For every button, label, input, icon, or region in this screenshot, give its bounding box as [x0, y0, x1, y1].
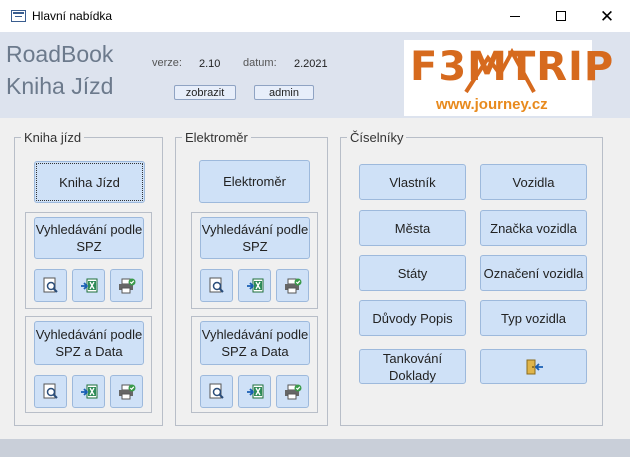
znacka-vozidla-button[interactable]: Značka vozidla: [480, 210, 587, 246]
version-value: 2.10: [199, 58, 221, 70]
exit-button[interactable]: [480, 349, 587, 384]
staty-button[interactable]: Státy: [359, 255, 466, 291]
kniha-spz-preview-button[interactable]: [34, 269, 67, 302]
oznaceni-vozidla-button[interactable]: Označení vozidla: [480, 255, 587, 291]
date-value: 2.2021: [294, 58, 328, 70]
group-ciselniky-legend: Číselníky: [350, 130, 404, 145]
vozidla-button[interactable]: Vozidla: [480, 164, 587, 200]
tankovani-doklady-button[interactable]: Tankování Doklady: [359, 349, 466, 384]
window-title: Hlavní nabídka: [32, 9, 113, 23]
logo-url: www.journey.cz: [436, 96, 548, 113]
print-preview-icon: [43, 277, 58, 293]
mesta-button[interactable]: Města: [359, 210, 466, 246]
logo-text: F3MTRIP: [410, 44, 615, 90]
elektromer-spz-preview-button[interactable]: [200, 269, 233, 302]
app-form-icon: [11, 10, 26, 22]
kniha-spzdata-excel-button[interactable]: [72, 375, 105, 408]
printer-icon: [119, 278, 136, 294]
company-logo: F3MTRIP www.journey.cz: [404, 40, 613, 116]
kniha-jizd-button[interactable]: Kniha Jízd: [34, 161, 145, 203]
kniha-spzdata-preview-button[interactable]: [34, 375, 67, 408]
excel-export-icon: [247, 278, 264, 293]
printer-icon: [119, 384, 136, 400]
excel-export-icon: [247, 384, 264, 399]
title-bar: Hlavní nabídka ✕: [0, 0, 630, 32]
elektromer-spzdata-excel-button[interactable]: [238, 375, 271, 408]
group-kniha-jizd-legend: Kniha jízd: [24, 130, 82, 145]
kniha-spz-print-button[interactable]: [110, 269, 143, 302]
vlastnik-button[interactable]: Vlastník: [359, 164, 466, 200]
kniha-spzdata-print-button[interactable]: [110, 375, 143, 408]
exit-door-icon: [526, 359, 543, 374]
minimize-button[interactable]: [492, 0, 538, 32]
maximize-button[interactable]: [538, 0, 584, 32]
close-icon: ✕: [599, 6, 615, 26]
typ-vozidla-button[interactable]: Typ vozidla: [480, 300, 587, 336]
brand-subtitle: Kniha Jízd: [6, 73, 114, 99]
date-label: datum:: [243, 57, 277, 69]
close-button[interactable]: ✕: [584, 0, 630, 32]
elektromer-spz-print-button[interactable]: [276, 269, 309, 302]
print-preview-icon: [209, 277, 224, 293]
minimize-icon: [510, 15, 520, 17]
brand-title: RoadBook: [6, 41, 114, 67]
elektromer-button[interactable]: Elektroměr: [199, 160, 310, 203]
print-preview-icon: [209, 383, 224, 399]
printer-icon: [285, 278, 302, 294]
kniha-search-spz-data-button[interactable]: Vyhledávání podle SPZ a Data: [34, 321, 144, 365]
admin-button[interactable]: admin: [254, 85, 314, 100]
maximize-icon: [556, 11, 566, 21]
kniha-search-spz-button[interactable]: Vyhledávání podle SPZ: [34, 217, 144, 259]
print-preview-icon: [43, 383, 58, 399]
duvody-popis-button[interactable]: Důvody Popis: [359, 300, 466, 336]
elektromer-spzdata-preview-button[interactable]: [200, 375, 233, 408]
show-button[interactable]: zobrazit: [174, 85, 236, 100]
kniha-spz-excel-button[interactable]: [72, 269, 105, 302]
excel-export-icon: [81, 278, 98, 293]
printer-icon: [285, 384, 302, 400]
elektromer-search-spz-button[interactable]: Vyhledávání podle SPZ: [200, 217, 310, 259]
elektromer-search-spz-data-button[interactable]: Vyhledávání podle SPZ a Data: [200, 321, 310, 365]
group-elektromer-legend: Elektroměr: [185, 130, 248, 145]
excel-export-icon: [81, 384, 98, 399]
status-footer: [0, 439, 630, 457]
elektromer-spz-excel-button[interactable]: [238, 269, 271, 302]
elektromer-spzdata-print-button[interactable]: [276, 375, 309, 408]
version-label: verze:: [152, 57, 182, 69]
